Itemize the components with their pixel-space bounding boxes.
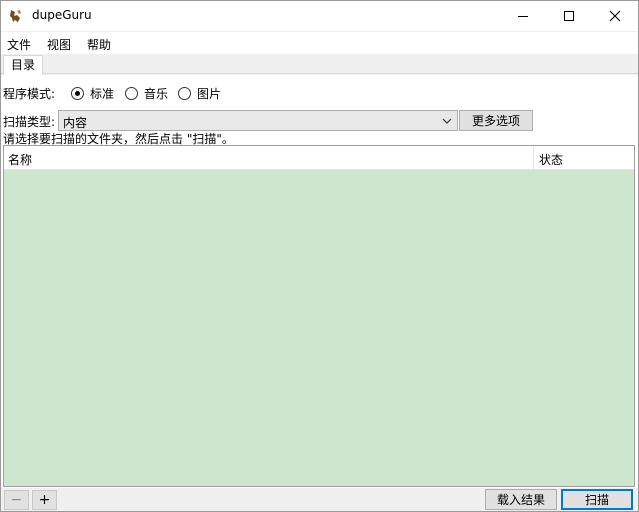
minimize-icon (518, 15, 528, 17)
menu-bar: 文件 视图 帮助 (1, 32, 638, 54)
scan-button[interactable]: 扫描 (561, 489, 633, 510)
folder-list[interactable]: 名称 状态 (3, 145, 635, 487)
chevron-down-icon (442, 118, 452, 124)
close-button[interactable] (592, 1, 638, 31)
mode-music-label: 音乐 (144, 87, 169, 101)
mode-picture-radio[interactable]: 图片 (178, 85, 221, 102)
mode-standard-label: 标准 (90, 87, 115, 101)
load-results-button[interactable]: 载入结果 (485, 489, 557, 510)
scan-type-select[interactable]: 内容 (58, 110, 458, 131)
column-header-state[interactable]: 状态 (539, 151, 563, 168)
column-divider[interactable] (533, 146, 534, 170)
mode-standard-radio[interactable]: 标准 (71, 85, 114, 102)
menu-file[interactable]: 文件 (7, 36, 31, 53)
scan-type-row: 扫描类型: 内容 更多选项 (3, 110, 638, 132)
remove-folder-button[interactable]: − (4, 490, 29, 510)
radio-unchecked-icon (178, 87, 191, 100)
scan-type-label: 扫描类型: (3, 115, 56, 129)
bottom-toolbar: − + 载入结果 扫描 (1, 488, 638, 511)
window-title: dupeGuru (32, 8, 92, 22)
maximize-button[interactable] (546, 1, 592, 31)
radio-checked-icon (71, 87, 84, 100)
menu-help[interactable]: 帮助 (87, 36, 111, 53)
radio-unchecked-icon (125, 87, 138, 100)
close-icon (609, 10, 621, 22)
add-folder-button[interactable]: + (32, 490, 57, 510)
app-mode-group: 程序模式: 标准 音乐 图片 (3, 83, 603, 101)
mode-music-radio[interactable]: 音乐 (125, 85, 168, 102)
tab-strip: 目录 (1, 54, 638, 75)
menu-view[interactable]: 视图 (47, 36, 71, 53)
minimize-button[interactable] (500, 1, 546, 31)
column-header-name[interactable]: 名称 (8, 151, 32, 168)
tab-directories[interactable]: 目录 (3, 55, 44, 75)
maximize-icon (564, 11, 574, 21)
dupeguru-logo-icon (10, 10, 21, 22)
app-window: dupeGuru 文件 视图 帮助 目录 程序模式: 标准 音乐 图片 扫描类型… (0, 0, 639, 512)
folder-list-header: 名称 状态 (4, 146, 634, 170)
app-mode-label: 程序模式: (3, 87, 56, 101)
directories-panel: 程序模式: 标准 音乐 图片 扫描类型: 内容 更多选项 请选择要扫描的文件夹，… (1, 75, 638, 511)
scan-type-value: 内容 (63, 116, 88, 130)
title-bar[interactable]: dupeGuru (1, 1, 638, 31)
mode-picture-label: 图片 (197, 87, 222, 101)
more-options-button[interactable]: 更多选项 (459, 110, 533, 131)
